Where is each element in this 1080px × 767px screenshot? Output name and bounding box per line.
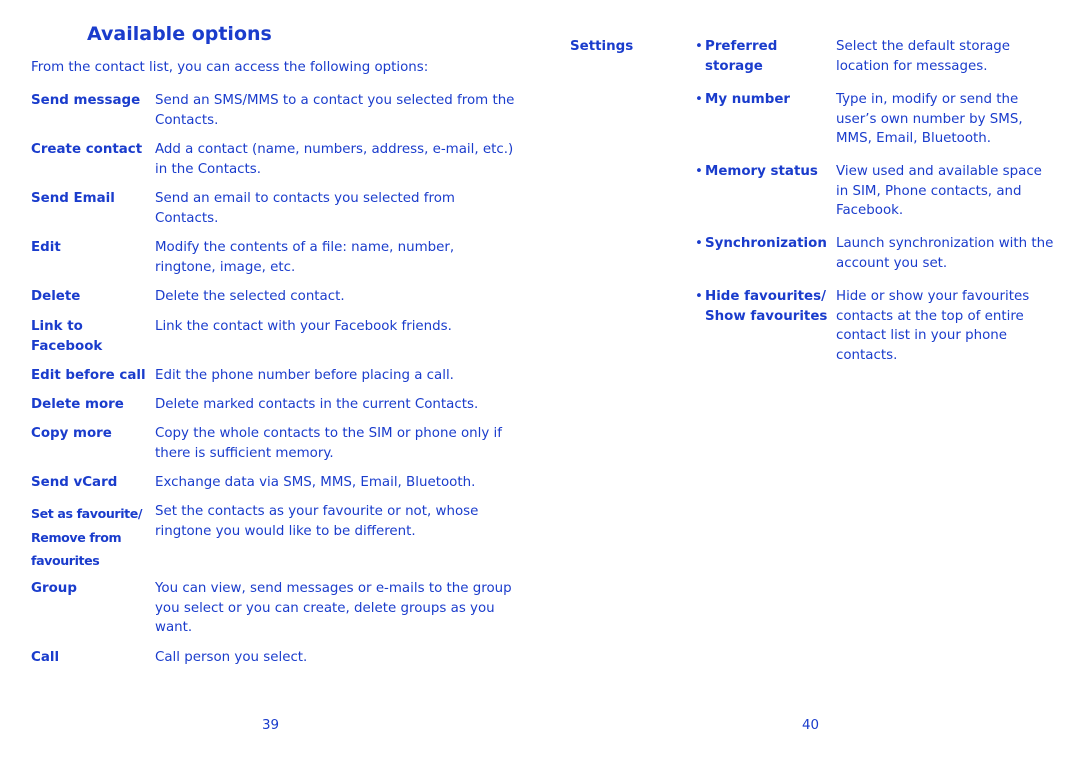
option-description: Delete the selected contact.	[155, 289, 345, 304]
settings-description: View used and available space in SIM, Ph…	[836, 164, 1042, 218]
bullet-icon: •	[695, 164, 703, 179]
bullet-icon: •	[695, 92, 703, 107]
option-label: Send vCard	[31, 475, 118, 490]
page-number-left: 39	[262, 718, 280, 733]
option-label: Create contact	[31, 142, 143, 157]
option-label: Delete more	[31, 397, 124, 412]
option-description: Exchange data via SMS, MMS, Email, Bluet…	[155, 475, 476, 490]
settings-description: Select the default storage location for …	[836, 39, 1011, 74]
page-number-right: 40	[802, 718, 820, 733]
option-label: Send message	[31, 93, 141, 108]
option-description: You can view, send messages or e-mails t…	[155, 581, 512, 635]
option-label: Edit	[31, 240, 61, 255]
option-description: Send an email to contacts you selected f…	[155, 191, 455, 226]
settings-description: Launch synchronization with the account …	[836, 236, 1054, 271]
settings-label: My number	[705, 92, 791, 107]
option-label: Set as favourite/ Remove from favourites	[31, 506, 143, 568]
option-description: Link the contact with your Facebook frie…	[155, 319, 452, 334]
option-description: Edit the phone number before placing a c…	[155, 368, 454, 383]
option-description: Modify the contents of a file: name, num…	[155, 240, 455, 275]
option-description: Call person you select.	[155, 650, 308, 665]
option-description: Add a contact (name, numbers, address, e…	[155, 142, 514, 177]
settings-label: Preferred storage	[705, 39, 778, 74]
page-title: Available options	[87, 23, 272, 45]
settings-label: Hide favourites/ Show favourites	[705, 289, 828, 324]
option-label: Copy more	[31, 426, 112, 441]
intro-text: From the contact list, you can access th…	[31, 60, 429, 75]
option-description: Copy the whole contacts to the SIM or ph…	[155, 426, 502, 461]
settings-label: Memory status	[705, 164, 818, 179]
settings-description: Hide or show your favourites contacts at…	[836, 289, 1030, 363]
option-label: Call	[31, 650, 60, 665]
option-label: Send Email	[31, 191, 115, 206]
bullet-icon: •	[695, 39, 703, 54]
option-label: Edit before call	[31, 368, 146, 383]
option-description: Delete marked contacts in the current Co…	[155, 397, 479, 412]
settings-heading: Settings	[570, 39, 634, 54]
settings-label: Synchronization	[705, 236, 827, 251]
option-description: Send an SMS/MMS to a contact you selecte…	[155, 93, 515, 128]
bullet-icon: •	[695, 236, 703, 251]
option-label: Link to Facebook	[31, 319, 103, 354]
bullet-icon: •	[695, 289, 703, 304]
option-label: Group	[31, 581, 77, 596]
option-label: Delete	[31, 289, 81, 304]
settings-description: Type in, modify or send the user’s own n…	[836, 92, 1023, 146]
option-description: Set the contacts as your favourite or no…	[155, 504, 479, 539]
